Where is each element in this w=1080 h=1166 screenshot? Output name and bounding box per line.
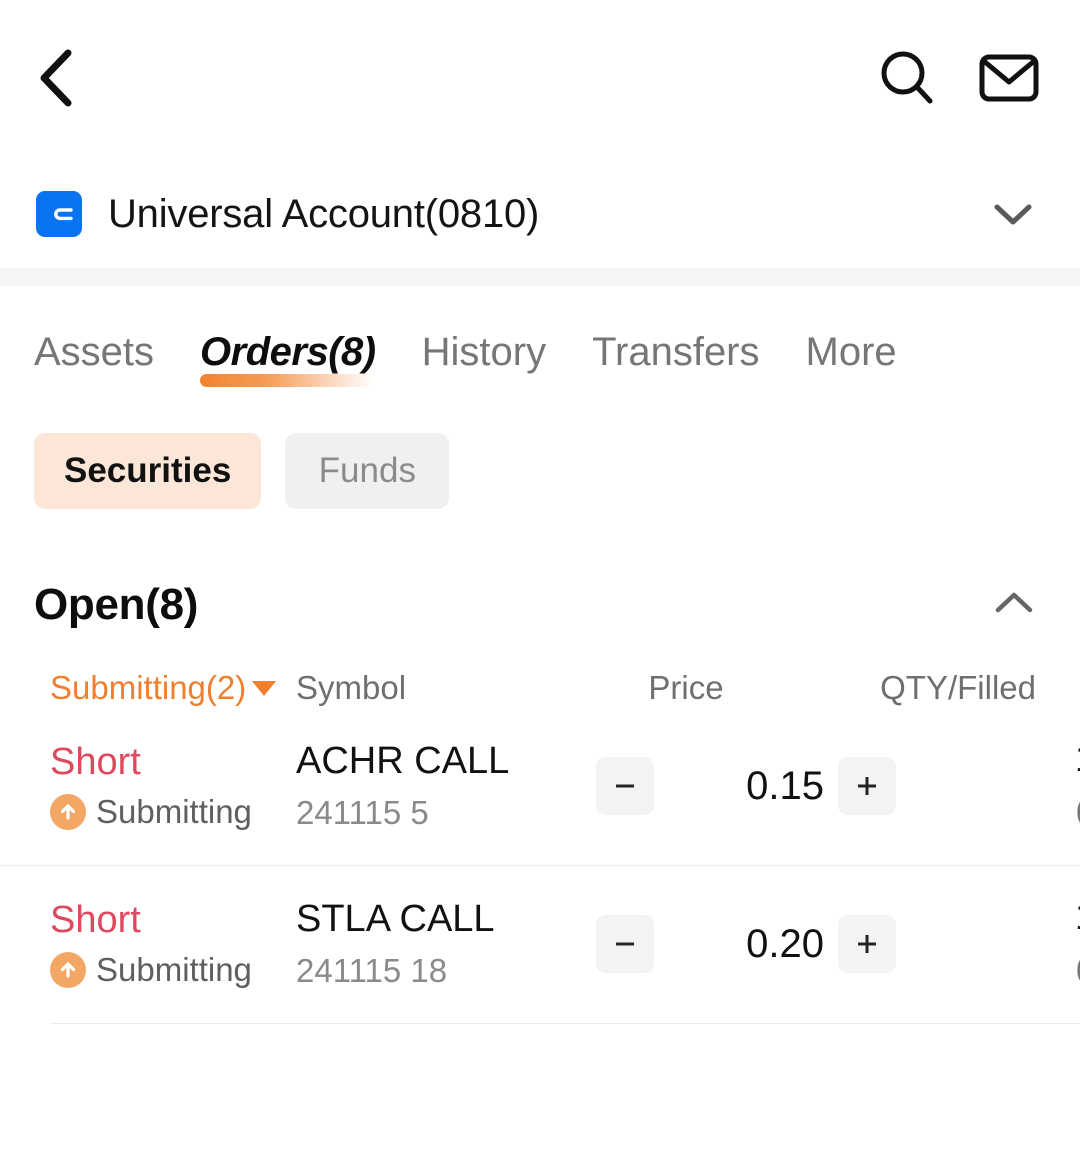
order-quantity: 1 [896,738,1080,782]
tab-label: More [805,330,897,374]
tab-transfers[interactable]: Transfers [592,330,759,393]
order-price-cell: 0.15 [596,757,896,815]
table-bottom-divider [50,1023,1080,1024]
nav-actions [876,49,1040,111]
table-row[interactable]: Short Submitting STLA CALL 241115 18 0.2… [0,865,1080,1023]
price-increase-button[interactable] [838,915,896,973]
order-quantity: 1 [896,896,1080,940]
filter-securities[interactable]: Securities [34,433,262,509]
column-header-symbol: Symbol [296,669,407,706]
tab-orders[interactable]: Orders(8) [200,330,376,393]
order-filled: 0 [896,950,1080,992]
order-status: Submitting [50,951,296,989]
order-symbol-cell: ACHR CALL 241115 5 [296,740,596,832]
table-row[interactable]: Short Submitting ACHR CALL 241115 5 0.15 [0,707,1080,865]
order-price[interactable]: 0.20 [654,922,838,967]
navigation-bar [0,0,1080,160]
section-title: Open(8) [34,580,199,629]
main-tabs: Assets Orders(8) History Transfers More [0,286,1080,393]
back-button[interactable] [34,45,94,115]
filter-pills: Securities Funds [0,393,1080,509]
order-side: Short [50,740,141,783]
arrow-up-circle-icon [50,794,86,831]
search-button[interactable] [876,49,938,111]
order-price-cell: 0.20 [596,915,896,973]
active-tab-indicator [200,374,374,387]
order-qty-cell: 1 0 [896,738,1080,834]
mail-button[interactable] [978,49,1040,111]
account-selector[interactable]: Universal Account(0810) [0,160,1080,268]
status-filter-dropdown[interactable]: Submitting(2) [50,669,296,707]
column-header-qty: QTY/Filled [880,669,1036,706]
order-status-label: Submitting [96,793,252,831]
tab-assets[interactable]: Assets [34,330,154,393]
table-column-headers: Submitting(2) Symbol Price QTY/Filled [0,631,1080,707]
section-divider-band [0,268,1080,286]
order-contract: 241115 5 [296,793,429,831]
price-decrease-button[interactable] [596,757,654,815]
order-symbol: ACHR CALL [296,740,510,783]
tab-label: Orders(8) [200,330,376,374]
order-price[interactable]: 0.15 [654,764,838,809]
open-orders-header: Open(8) [0,509,1080,631]
chevron-up-icon [991,588,1037,623]
account-name: Universal Account(0810) [108,191,540,236]
order-contract: 241115 18 [296,951,448,989]
order-qty-cell: 1 0 [896,896,1080,992]
order-side-cell: Short Submitting [50,899,296,990]
wallet-icon [36,191,82,237]
app-screen: Universal Account(0810) Assets Orders(8)… [0,0,1080,1166]
order-side: Short [50,898,141,941]
arrow-up-circle-icon [50,952,86,989]
order-filled: 0 [896,792,1080,834]
price-increase-button[interactable] [838,757,896,815]
status-filter-label: Submitting(2) [50,669,247,706]
order-side-cell: Short Submitting [50,741,296,832]
chevron-left-icon [34,47,78,114]
order-status-label: Submitting [96,951,252,989]
order-symbol-cell: STLA CALL 241115 18 [296,898,596,990]
caret-down-icon [252,680,277,696]
price-decrease-button[interactable] [596,915,654,973]
mail-icon [978,51,1040,110]
search-icon [876,47,938,114]
tab-history[interactable]: History [422,330,546,393]
tab-more[interactable]: More [806,330,897,393]
order-symbol: STLA CALL [296,898,495,941]
tab-label: Assets [34,330,155,374]
order-status: Submitting [50,793,296,831]
tab-label: History [421,330,547,374]
chevron-down-icon[interactable] [988,189,1038,239]
column-header-price: Price [648,669,724,706]
filter-funds[interactable]: Funds [285,433,450,509]
tab-label: Transfers [592,330,760,374]
collapse-section-button[interactable] [988,579,1040,631]
